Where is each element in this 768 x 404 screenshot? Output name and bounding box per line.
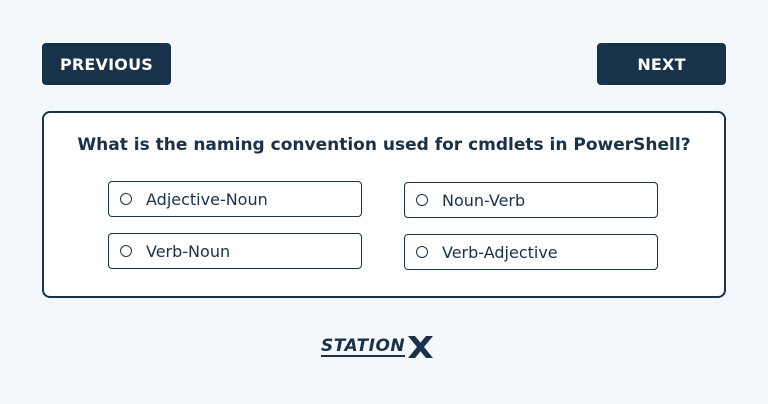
radio-icon[interactable] (416, 194, 428, 206)
question-text: What is the naming convention used for c… (77, 135, 691, 155)
previous-button[interactable]: PREVIOUS (42, 43, 171, 85)
option-verb-adjective[interactable]: Verb-Adjective (404, 234, 658, 270)
option-label: Verb-Adjective (442, 242, 558, 262)
option-label: Adjective-Noun (146, 189, 268, 209)
radio-icon[interactable] (416, 246, 428, 258)
option-label: Verb-Noun (146, 241, 231, 261)
question-card: What is the naming convention used for c… (42, 111, 726, 298)
next-button[interactable]: NEXT (597, 43, 726, 85)
option-verb-noun[interactable]: Verb-Noun (108, 233, 362, 269)
option-adjective-noun[interactable]: Adjective-Noun (108, 181, 362, 217)
option-noun-verb[interactable]: Noun-Verb (404, 182, 658, 218)
radio-icon[interactable] (120, 245, 132, 257)
stationx-logo: STATION X (321, 333, 449, 361)
x-mark-icon: X (408, 336, 434, 358)
option-label: Noun-Verb (442, 190, 526, 210)
logo-text: STATION (321, 336, 406, 357)
radio-icon[interactable] (120, 193, 132, 205)
